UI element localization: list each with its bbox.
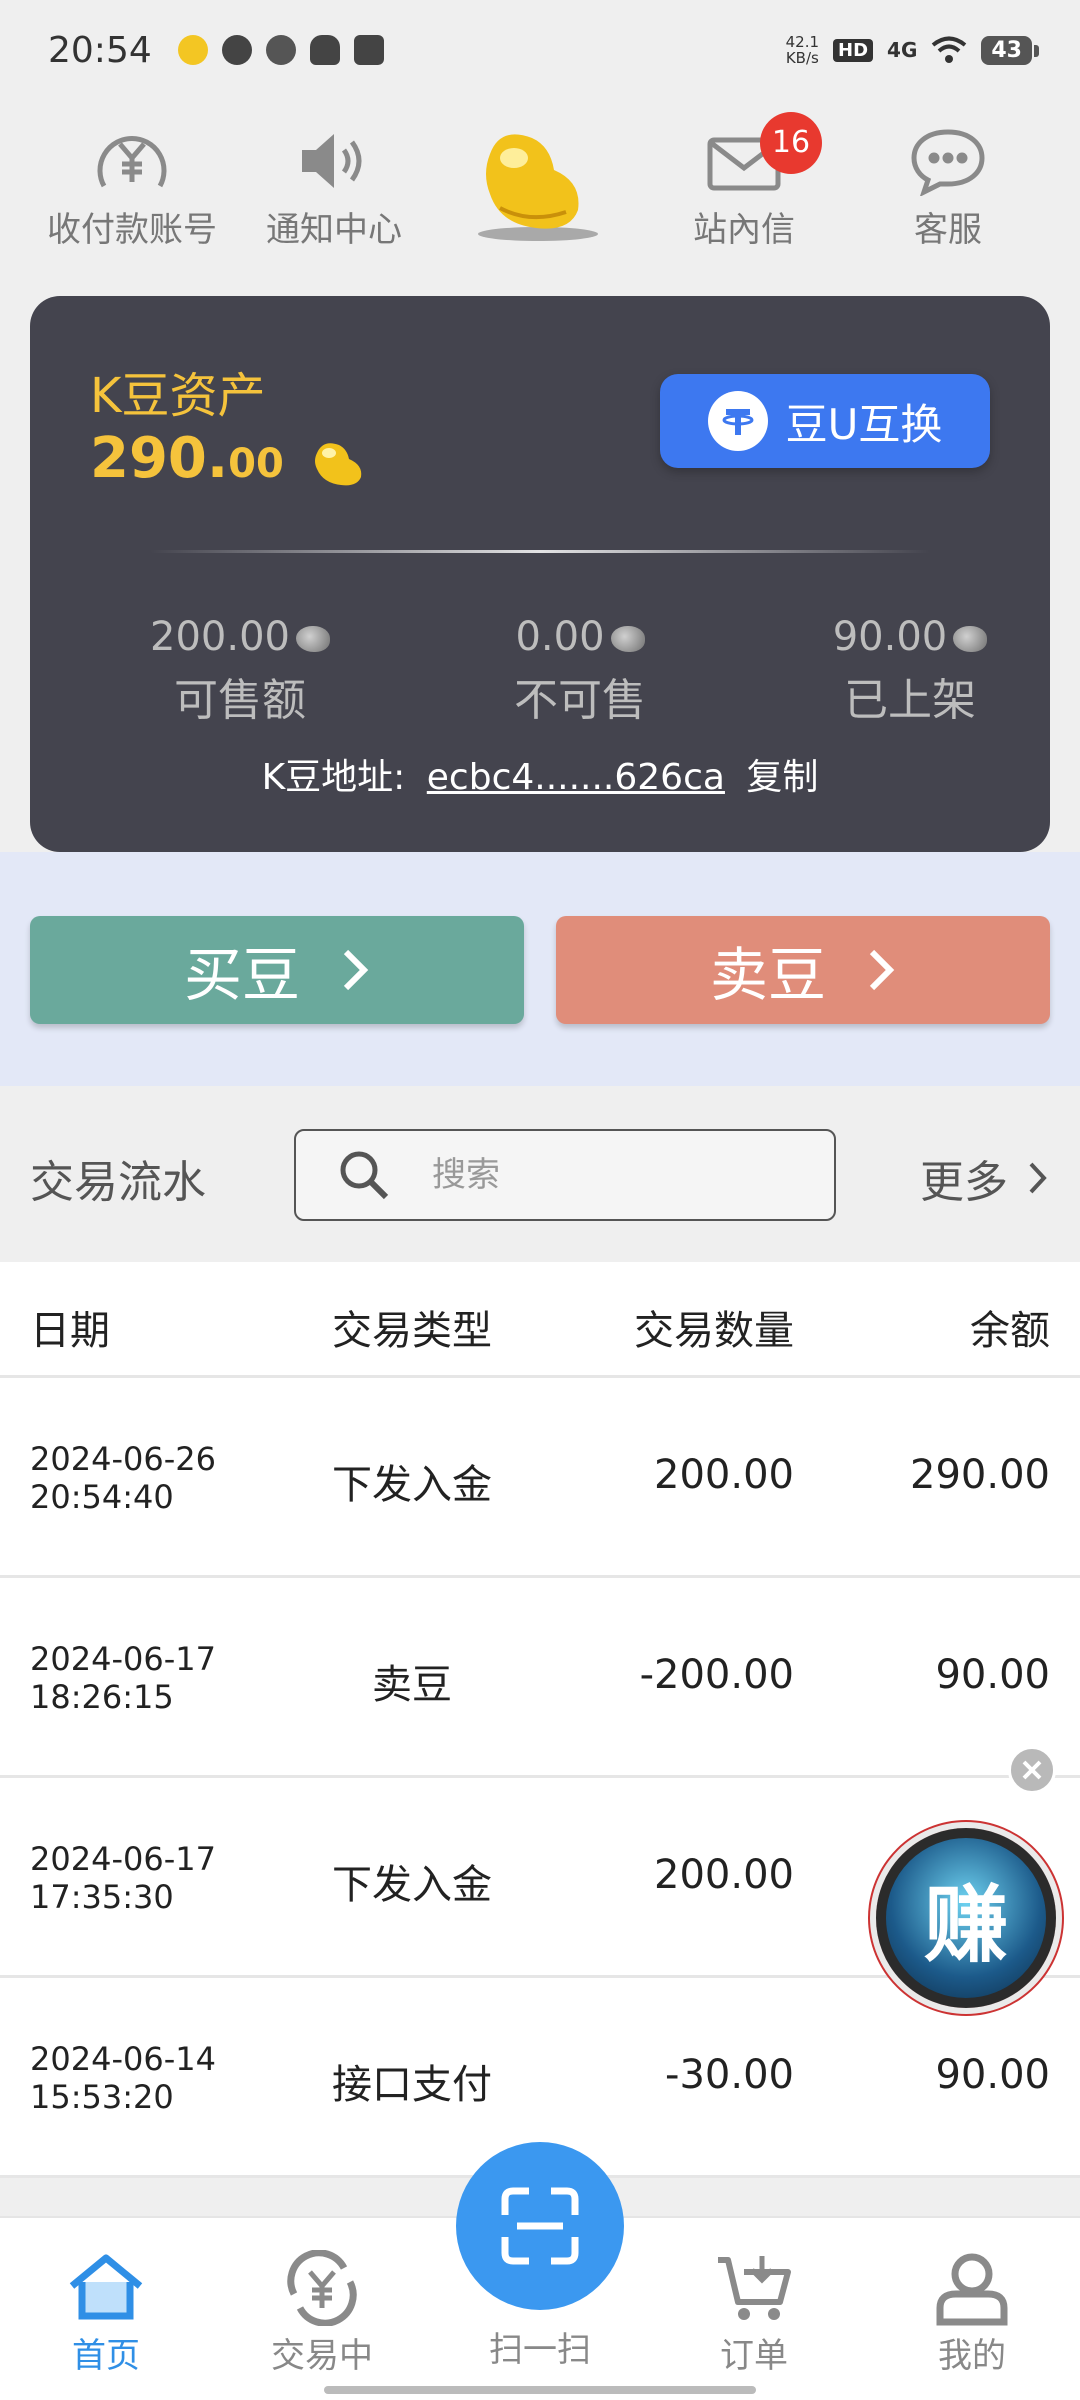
close-icon bbox=[1022, 1760, 1042, 1780]
mini-bean-icon bbox=[610, 626, 645, 652]
tab-trading[interactable]: 交易中 bbox=[232, 2248, 412, 2377]
bean-usdt-exchange-button[interactable]: 豆U互换 bbox=[660, 374, 990, 468]
row-amount: -200.00 bbox=[639, 1652, 794, 1698]
row-datetime: 2024-06-17 17:35:30 bbox=[30, 1840, 216, 1916]
bean-coin-icon bbox=[315, 443, 362, 486]
nav-inbox[interactable]: 站內信 16 bbox=[644, 112, 844, 251]
transactions-table: 日期 交易类型 交易数量 余额 2024-06-26 20:54:40 下发入金… bbox=[0, 1262, 1080, 2178]
bean-address-row: K豆地址: ecbc4.......626ca 复制 bbox=[261, 757, 819, 798]
row-balance: 290.00 bbox=[910, 1452, 1050, 1498]
scan-button[interactable] bbox=[456, 2142, 624, 2310]
stat-not-sellable: 0.00 不可售 bbox=[514, 614, 646, 726]
scan-label: 扫一扫 bbox=[489, 2330, 591, 2370]
more-link[interactable]: 更多 bbox=[920, 1146, 1048, 1210]
signal-icon: 4G bbox=[887, 38, 918, 62]
tab-orders[interactable]: 订单 bbox=[664, 2248, 844, 2377]
row-datetime: 2024-06-14 15:53:20 bbox=[30, 2040, 216, 2116]
scan-icon bbox=[501, 2187, 579, 2265]
tether-icon bbox=[707, 391, 768, 451]
home-icon bbox=[69, 2254, 143, 2320]
nav-payment-accounts[interactable]: 收付款账号 bbox=[32, 118, 232, 251]
bean-address[interactable]: ecbc4.......626ca bbox=[427, 757, 725, 798]
unread-badge: 16 bbox=[760, 112, 822, 174]
system-status: 42.1 KB/s HD 4G 43 bbox=[785, 33, 1039, 67]
mini-bean-icon bbox=[953, 626, 988, 652]
transactions-title: 交易流水 bbox=[30, 1157, 206, 1208]
card-divider bbox=[150, 550, 930, 553]
earn-float-button[interactable]: 赚 bbox=[876, 1828, 1056, 2008]
tab-profile[interactable]: 我的 bbox=[882, 2248, 1062, 2377]
table-header: 日期 交易类型 交易数量 余额 bbox=[0, 1262, 1080, 1378]
status-time: 20:54 bbox=[48, 29, 152, 71]
battery-indicator: 43 bbox=[981, 35, 1039, 65]
chevron-right-icon bbox=[343, 949, 369, 991]
row-datetime: 2024-06-17 18:26:15 bbox=[30, 1640, 216, 1716]
home-indicator[interactable] bbox=[324, 2386, 756, 2394]
column-header-date: 日期 bbox=[30, 1308, 110, 1354]
mini-bean-icon bbox=[295, 626, 330, 652]
user-icon bbox=[936, 2253, 1008, 2326]
row-balance: 90.00 bbox=[935, 1652, 1050, 1698]
chevron-right-icon bbox=[1029, 1162, 1047, 1194]
chat-bubble-icon bbox=[911, 129, 985, 196]
stat-available-to-sell: 200.00 可售额 bbox=[110, 614, 370, 728]
asset-balance: 290.00 bbox=[90, 426, 367, 491]
hd-badge: HD bbox=[833, 38, 874, 62]
table-row[interactable]: 2024-06-17 18:26:15 卖豆 -200.00 90.00 bbox=[0, 1578, 1080, 1778]
column-header-balance: 余额 bbox=[970, 1308, 1050, 1354]
net-speed: 42.1 KB/s bbox=[785, 33, 820, 67]
telegram-notification-icon bbox=[353, 35, 384, 65]
qq-notification-icon bbox=[309, 35, 340, 65]
wifi-icon bbox=[932, 36, 967, 63]
search-input[interactable] bbox=[432, 1155, 792, 1195]
stat-listed: 90.00 已上架 bbox=[780, 614, 1040, 728]
nav-customer-service[interactable]: 客服 bbox=[848, 118, 1048, 251]
transactions-header: 交易流水 更多 bbox=[0, 1086, 1080, 1262]
golden-bean-logo bbox=[478, 134, 598, 241]
nav-notification-center[interactable]: 通知中心 bbox=[234, 118, 434, 251]
asset-title: K豆资产 bbox=[90, 368, 266, 424]
row-datetime: 2024-06-26 20:54:40 bbox=[30, 1440, 216, 1516]
tab-home[interactable]: 首页 bbox=[16, 2248, 196, 2377]
speaker-icon bbox=[302, 134, 362, 188]
row-amount: 200.00 bbox=[654, 1452, 794, 1498]
app-notification-icon bbox=[177, 35, 208, 65]
yuan-cycle-icon bbox=[287, 2250, 357, 2326]
column-header-amount: 交易数量 bbox=[634, 1308, 794, 1354]
row-type: 下发入金 bbox=[332, 1462, 492, 1508]
message-notification-icon bbox=[221, 35, 252, 65]
cart-icon bbox=[718, 2256, 791, 2320]
row-type: 卖豆 bbox=[372, 1662, 452, 1708]
asset-card: K豆资产 290.00 豆U互换 200.00 可售额 0.00 不可售 90.… bbox=[30, 296, 1050, 852]
search-box[interactable] bbox=[294, 1129, 836, 1221]
yuan-circle-icon bbox=[97, 136, 167, 188]
row-type: 下发入金 bbox=[332, 1862, 492, 1908]
close-float-button[interactable] bbox=[1008, 1746, 1056, 1794]
trade-actions: 买豆 卖豆 bbox=[0, 852, 1080, 1086]
chevron-right-icon bbox=[869, 949, 895, 991]
row-type: 接口支付 bbox=[332, 2062, 492, 2108]
sell-bean-button[interactable]: 卖豆 bbox=[556, 916, 1050, 1024]
status-bar: 20:54 42.1 KB/s HD 4G 43 bbox=[0, 0, 1080, 100]
search-icon bbox=[340, 1151, 389, 1200]
music-notification-icon bbox=[265, 35, 296, 65]
row-amount: 200.00 bbox=[654, 1852, 794, 1898]
row-balance: 90.00 bbox=[935, 2052, 1050, 2098]
column-header-type: 交易类型 bbox=[332, 1308, 492, 1354]
buy-bean-button[interactable]: 买豆 bbox=[30, 916, 524, 1024]
copy-address-button[interactable]: 复制 bbox=[746, 757, 818, 798]
row-amount: -30.00 bbox=[665, 2052, 794, 2098]
quick-nav: 收付款账号 通知中心 站內信 16 客服 bbox=[0, 112, 1080, 288]
notification-icons bbox=[177, 35, 384, 65]
table-row[interactable]: 2024-06-26 20:54:40 下发入金 200.00 290.00 bbox=[0, 1378, 1080, 1578]
